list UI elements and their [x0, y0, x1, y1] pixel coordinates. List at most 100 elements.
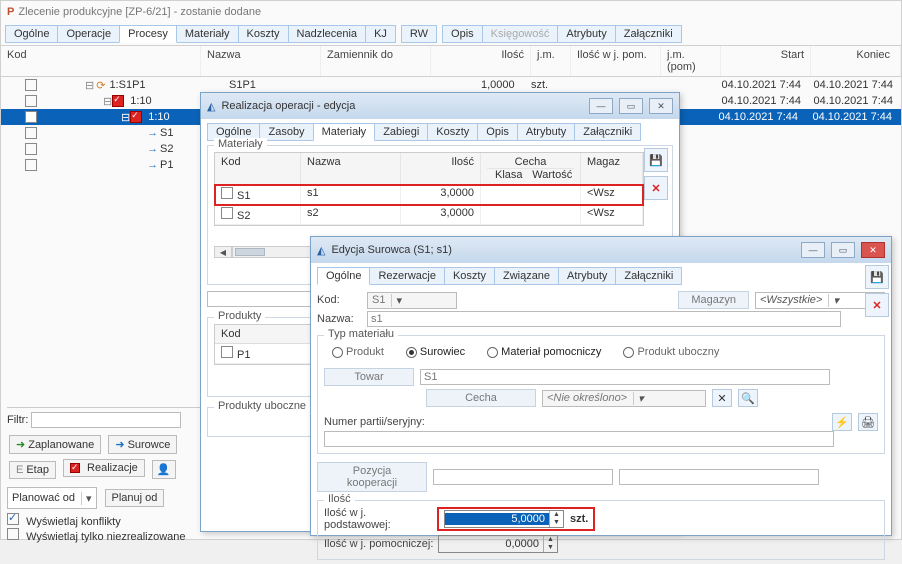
- row-checkbox[interactable]: [25, 159, 37, 171]
- dlg2-titlebar[interactable]: ◭ Edycja Surowca (S1; s1) — ▭ ✕: [311, 237, 891, 263]
- mat-h-mag[interactable]: Magaz: [581, 153, 643, 184]
- cecha-combo[interactable]: <Nie określono>▾: [542, 390, 706, 407]
- print-icon-button[interactable]: 🖨: [858, 413, 878, 431]
- pozycja-input-1[interactable]: [433, 469, 613, 485]
- surowce-button[interactable]: ➜Surowce: [108, 435, 177, 454]
- dlg1-tab-zalaczniki[interactable]: Załączniki: [574, 123, 641, 141]
- realizacje-button[interactable]: Realizacje: [63, 459, 145, 477]
- show-unrealized-checkbox[interactable]: [7, 528, 19, 540]
- main-tab-materialy[interactable]: Materiały: [176, 25, 239, 43]
- dlg2-tab-atrybuty[interactable]: Atrybuty: [558, 267, 616, 285]
- main-tab-atrybuty[interactable]: Atrybuty: [557, 25, 615, 43]
- dlg1-tab-atrybuty[interactable]: Atrybuty: [517, 123, 575, 141]
- scroll-left-button[interactable]: ◀: [214, 246, 232, 258]
- plan-combo[interactable]: Planować od▾: [7, 487, 97, 509]
- hdr-koniec[interactable]: Koniec: [811, 46, 901, 76]
- kod-combo[interactable]: S1▾: [367, 292, 457, 309]
- main-tab-kj[interactable]: KJ: [365, 25, 396, 43]
- plan-button[interactable]: Planuj od: [105, 489, 165, 507]
- cancel-icon-button[interactable]: ✕: [865, 293, 889, 317]
- hdr-iloscpom[interactable]: Ilość w j. pom.: [571, 46, 661, 76]
- hdr-jm[interactable]: j.m.: [531, 46, 571, 76]
- minimize-button[interactable]: —: [801, 242, 825, 258]
- main-tab-opis[interactable]: Opis: [442, 25, 483, 43]
- mat-row-1[interactable]: S2 s2 3,0000 <Wsz: [215, 205, 643, 225]
- mat-h-nazwa[interactable]: Nazwa: [301, 153, 401, 184]
- radio-surowiec[interactable]: Surowiec: [406, 346, 465, 358]
- dlg1-titlebar[interactable]: ◭ Realizacja operacji - edycja — ▭ ✕: [201, 93, 679, 119]
- numer-input[interactable]: [324, 431, 834, 447]
- row-checkbox[interactable]: [221, 346, 233, 358]
- row-checkbox[interactable]: [221, 207, 233, 219]
- main-tab-ogolne[interactable]: Ogólne: [5, 25, 58, 43]
- hdr-kod[interactable]: Kod: [1, 46, 201, 76]
- main-tab-operacje[interactable]: Operacje: [57, 25, 120, 43]
- dlg2-tab-zwiazane[interactable]: Związane: [494, 267, 559, 285]
- towar-button[interactable]: Towar: [324, 368, 414, 386]
- main-tab-nadzlecenia[interactable]: Nadzlecenia: [288, 25, 367, 43]
- hdr-zamiennik[interactable]: Zamiennik do: [321, 46, 431, 76]
- main-tab-koszty[interactable]: Koszty: [238, 25, 289, 43]
- towar-input[interactable]: [420, 369, 830, 385]
- row-checkbox[interactable]: [221, 187, 233, 199]
- row-checkbox[interactable]: [25, 127, 37, 139]
- radio-produkt[interactable]: Produkt: [332, 346, 384, 358]
- dlg2-tab-ogolne[interactable]: Ogólne: [317, 267, 370, 285]
- hdr-nazwa[interactable]: Nazwa: [201, 46, 321, 76]
- cecha-clear-button[interactable]: ✕: [712, 389, 732, 407]
- hdr-ilosc[interactable]: Ilość: [431, 46, 531, 76]
- row-checkbox[interactable]: [25, 79, 37, 91]
- row-checkbox-red[interactable]: [130, 111, 142, 123]
- radio-uboczny[interactable]: Produkt uboczny: [623, 346, 719, 358]
- cecha-button[interactable]: Cecha: [426, 389, 536, 407]
- main-tab-rw[interactable]: RW: [401, 25, 437, 43]
- nazwa-input[interactable]: [367, 311, 841, 327]
- mat-h-cecha[interactable]: Cecha: [487, 156, 574, 168]
- tree-row-0[interactable]: ⊟ ⟳ 1:S1P1 S1P1 1,0000 szt. 04.10.2021 7…: [1, 77, 901, 93]
- ilosc-podst-input[interactable]: 5,0000 ▲▼: [444, 510, 564, 528]
- close-button[interactable]: ✕: [861, 242, 885, 258]
- maximize-button[interactable]: ▭: [619, 98, 643, 114]
- save-icon-button[interactable]: 💾: [865, 265, 889, 289]
- dlg1-tab-zabiegi[interactable]: Zabiegi: [374, 123, 428, 141]
- zaplanowane-button[interactable]: ➜Zaplanowane: [9, 435, 101, 454]
- row-checkbox[interactable]: [25, 143, 37, 155]
- hdr-jmpom[interactable]: j.m. (pom): [661, 46, 721, 76]
- mat-h-wartosc[interactable]: Wartość: [531, 169, 575, 181]
- row-checkbox[interactable]: [25, 111, 37, 123]
- filter-input[interactable]: [31, 412, 181, 428]
- cecha-search-button[interactable]: 🔍: [738, 389, 758, 407]
- prod-h-kod[interactable]: Kod: [215, 325, 313, 343]
- dlg1-tab-opis[interactable]: Opis: [477, 123, 518, 141]
- minimize-button[interactable]: —: [589, 98, 613, 114]
- dlg2-tab-koszty[interactable]: Koszty: [444, 267, 495, 285]
- pozycja-input-2[interactable]: [619, 469, 819, 485]
- close-button[interactable]: ✕: [649, 98, 673, 114]
- main-tab-zalaczniki[interactable]: Załączniki: [615, 25, 682, 43]
- spinner[interactable]: ▲▼: [549, 511, 563, 527]
- spinner[interactable]: ▲▼: [543, 536, 557, 552]
- show-conflicts-checkbox[interactable]: ✓: [7, 513, 19, 525]
- flash-icon-button[interactable]: ⚡: [832, 413, 852, 431]
- save-icon-button[interactable]: 💾: [644, 148, 668, 172]
- maximize-button[interactable]: ▭: [831, 242, 855, 258]
- dlg1-tab-koszty[interactable]: Koszty: [427, 123, 478, 141]
- mat-h-kod[interactable]: Kod: [215, 153, 301, 184]
- prod-row-0[interactable]: P1: [215, 344, 313, 364]
- mat-h-klasa[interactable]: Klasa: [487, 169, 531, 181]
- dlg1-tab-materialy[interactable]: Materiały: [313, 123, 376, 141]
- main-tab-procesy[interactable]: Procesy: [119, 25, 177, 43]
- dlg2-tab-rezerwacje[interactable]: Rezerwacje: [369, 267, 444, 285]
- etap-button[interactable]: EEtap: [9, 461, 56, 479]
- mat-row-0[interactable]: S1 s1 3,0000 <Wsz: [215, 185, 643, 205]
- row-checkbox-red[interactable]: [112, 95, 124, 107]
- hdr-start[interactable]: Start: [721, 46, 811, 76]
- person-icon-button[interactable]: 👤: [152, 460, 176, 479]
- dlg1-tab-zasoby[interactable]: Zasoby: [259, 123, 313, 141]
- radio-pomocniczy[interactable]: Materiał pomocniczy: [487, 346, 601, 358]
- delete-icon-button[interactable]: ✕: [644, 176, 668, 200]
- mat-h-ilosc[interactable]: Ilość: [401, 153, 481, 184]
- magazyn-button[interactable]: Magazyn: [678, 291, 749, 309]
- row-checkbox[interactable]: [25, 95, 37, 107]
- ilosc-pom-input[interactable]: 0,0000 ▲▼: [438, 535, 558, 553]
